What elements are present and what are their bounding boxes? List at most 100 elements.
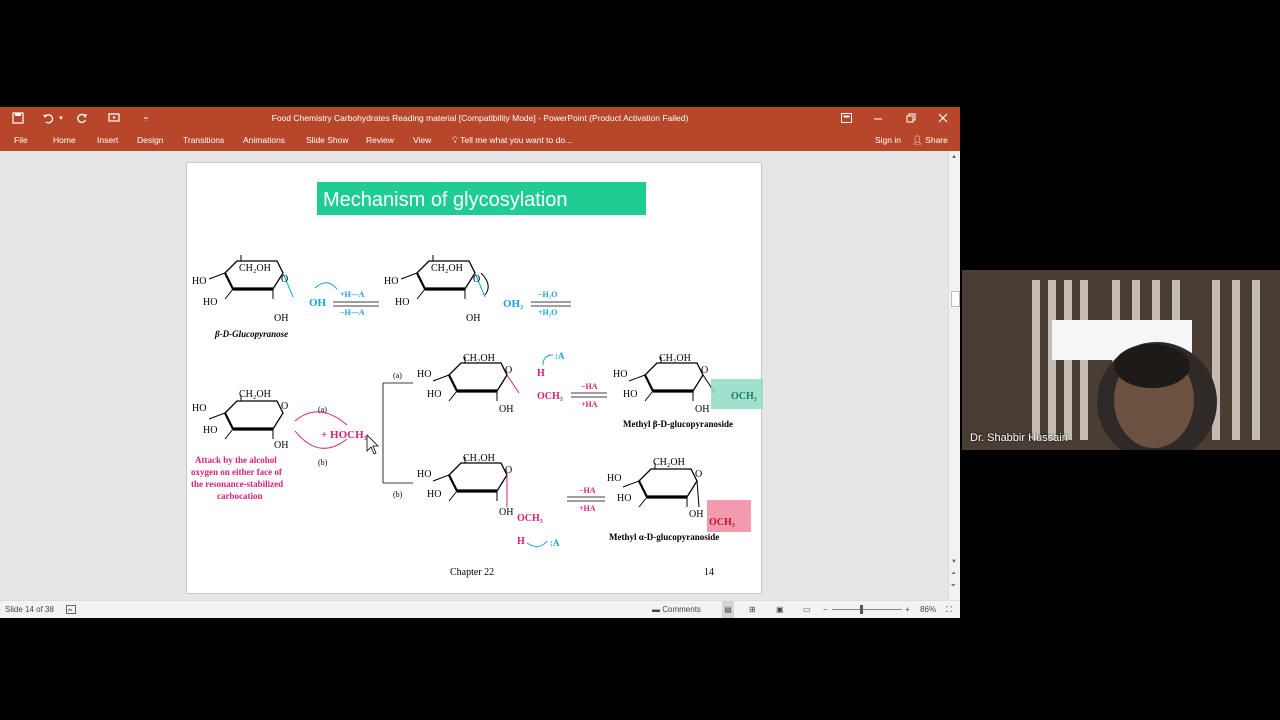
proton-label: H: [537, 368, 545, 379]
participant-video: Dr. Shabbir Hussain: [962, 270, 1280, 450]
proton-label: H: [517, 536, 525, 547]
slide-sorter-icon[interactable]: ⊞: [749, 601, 756, 618]
slide-show-icon[interactable]: ▭: [803, 601, 811, 618]
minimize-icon[interactable]: [870, 107, 886, 129]
equilibrium-arrow: [567, 496, 605, 502]
ho-label: HO: [427, 489, 441, 500]
tab-animations[interactable]: Animations: [243, 129, 285, 151]
close-icon[interactable]: [935, 107, 951, 129]
ch2oh-label: CH₂OH: [239, 389, 271, 400]
undo-icon[interactable]: [40, 107, 56, 129]
share-label: Share: [925, 135, 948, 145]
ch2oh-label: CH₂OH: [431, 263, 463, 274]
tab-transitions[interactable]: Transitions: [183, 129, 224, 151]
tab-review[interactable]: Review: [366, 129, 394, 151]
ch2oh-label: CH₂OH: [659, 353, 691, 364]
ring-o-label: O: [281, 401, 288, 412]
tab-view[interactable]: View: [413, 129, 431, 151]
protonated-alpha-structure: [432, 457, 509, 507]
oh-label: OH: [689, 509, 703, 520]
vertical-scrollbar[interactable]: ▲ ▼ ⏶ ⏷: [948, 151, 960, 600]
tab-file[interactable]: File: [14, 129, 28, 151]
ribbon-display-options-icon[interactable]: [838, 107, 854, 129]
oh-label: OH: [274, 440, 288, 451]
tab-design[interactable]: Design: [137, 129, 163, 151]
accessibility-icon[interactable]: [66, 601, 76, 618]
undo-dropdown-icon[interactable]: ▾: [57, 107, 65, 129]
save-icon[interactable]: [10, 107, 26, 129]
normal-view-icon[interactable]: ▤: [722, 601, 734, 618]
ring-o-label: O: [505, 365, 512, 376]
tab-slide-show[interactable]: Slide Show: [306, 129, 349, 151]
branch-lines: [382, 382, 413, 484]
window-title: Food Chemistry Carbohydrates Reading mat…: [271, 113, 689, 123]
ho-label: HO: [203, 297, 217, 308]
ho-label: HO: [617, 493, 631, 504]
zoom-level[interactable]: 86%: [920, 601, 936, 618]
ho-label: HO: [613, 369, 627, 380]
ho-label: HO: [417, 469, 431, 480]
slide-content: Mechanism of glycosylation CH₂OH O HO HO…: [191, 182, 771, 578]
comments-label: Comments: [662, 605, 701, 614]
attack-caption-3: the resonance-stabilized: [191, 479, 283, 489]
ho-label: HO: [427, 389, 441, 400]
ho-label: HO: [623, 389, 637, 400]
ch2oh-label: CH₂OH: [653, 457, 685, 468]
oh-label: OH: [695, 404, 709, 415]
redo-icon[interactable]: [74, 107, 90, 129]
tell-me-search[interactable]: 💡︎ Tell me what you want to do...: [452, 129, 572, 151]
start-from-beginning-icon[interactable]: [106, 107, 122, 129]
share-button[interactable]: 👤︎ Share: [912, 129, 948, 151]
scrollbar-thumb[interactable]: [951, 291, 960, 307]
powerpoint-window: ▾ ⩦ Food Chemistry Carbohydrates Reading…: [0, 107, 960, 618]
slide[interactable]: Mechanism of glycosylation CH₂OH O HO HO…: [186, 162, 771, 594]
customize-toolbar-icon[interactable]: ⩦: [141, 107, 151, 129]
fit-to-window-icon[interactable]: ⛶: [946, 601, 952, 618]
ribbon-tabs: File Home Insert Design Transitions Anim…: [0, 129, 960, 151]
comments-button[interactable]: ▬ Comments: [652, 601, 701, 618]
person-icon: 👤︎: [912, 135, 923, 145]
tab-insert[interactable]: Insert: [97, 129, 118, 151]
zoom-in-icon[interactable]: +: [905, 601, 910, 618]
reading-view-icon[interactable]: ▣: [776, 601, 784, 618]
minus-ha-label: −H—A: [340, 308, 365, 317]
beta-glucopyranose-caption: β-D-Glucopyranose: [214, 329, 288, 339]
attack-caption-4: carbocation: [217, 491, 263, 501]
attack-caption-2: oxygen on either face of: [191, 467, 283, 477]
path-b-label: (b): [393, 490, 403, 499]
arrow-curve: [542, 354, 554, 366]
base-label: :A: [550, 538, 560, 548]
title-bar: ▾ ⩦ Food Chemistry Carbohydrates Reading…: [0, 107, 960, 129]
base-label: :A: [555, 351, 565, 361]
scroll-up-icon[interactable]: ▲: [951, 154, 957, 160]
ho-label: HO: [203, 425, 217, 436]
ho-label: HO: [192, 403, 206, 414]
equilibrium-arrow: [571, 392, 607, 398]
ho-label: HO: [395, 297, 409, 308]
previous-slide-icon[interactable]: ⏶: [951, 571, 956, 578]
restore-icon[interactable]: [903, 107, 919, 129]
tell-me-text: Tell me what you want to do...: [460, 135, 573, 145]
carbocation-structure: [208, 395, 285, 440]
status-bar: Slide 14 of 38 ▬ Comments ▤ ⊞ ▣ ▭ − + 86…: [0, 600, 960, 618]
minus-h2o-label: −H₂O: [538, 290, 557, 299]
ring-o-label: O: [473, 274, 480, 285]
oh-label: OH: [274, 313, 288, 324]
next-slide-icon[interactable]: ⏷: [951, 583, 956, 590]
ch2oh-label: CH₂OH: [463, 453, 495, 464]
ch2oh-label: CH₂OH: [463, 353, 495, 364]
methanol-label: + HOCH₃: [321, 429, 368, 441]
minus-ha-label: −HA: [579, 486, 596, 495]
oh-label: OH: [466, 313, 480, 324]
sign-in-link[interactable]: Sign in: [875, 129, 901, 151]
attack-caption-1: Attack by the alcohol: [195, 455, 277, 465]
zoom-slider[interactable]: [832, 601, 902, 618]
oh2-label: OH₂: [503, 298, 524, 310]
zoom-out-icon[interactable]: −: [823, 601, 828, 618]
och3-label: OCH₃: [517, 513, 543, 524]
slide-title: Mechanism of glycosylation: [323, 189, 568, 211]
scroll-down-icon[interactable]: ▼: [951, 559, 957, 565]
tab-home[interactable]: Home: [53, 129, 76, 151]
plus-ha-label: +H—A: [340, 290, 365, 299]
oh-label: OH: [499, 507, 513, 518]
